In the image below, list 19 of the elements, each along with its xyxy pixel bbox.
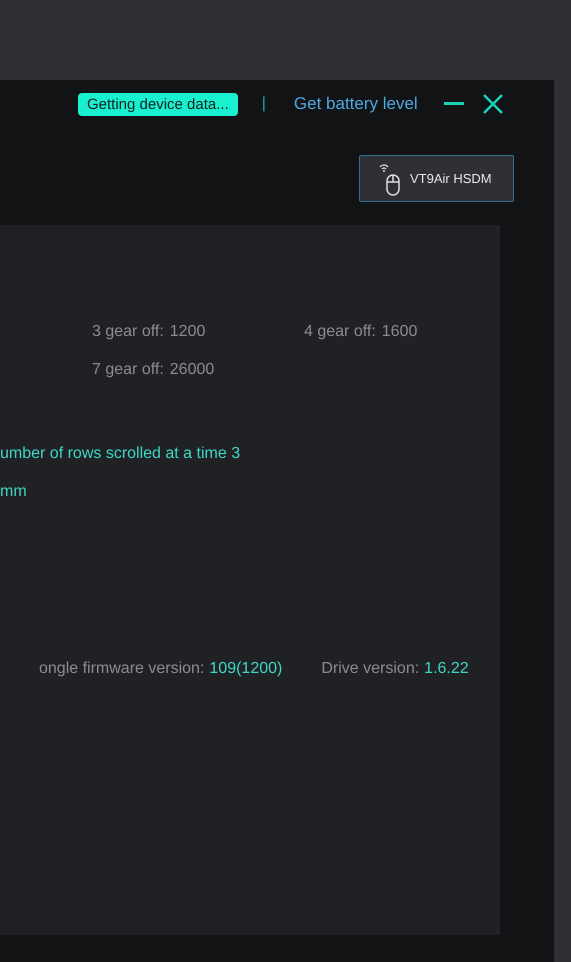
gear-value: 26000: [170, 360, 214, 380]
scroll-setting: umber of rows scrolled at a time 3: [0, 444, 242, 464]
battery-link[interactable]: Get battery level: [294, 91, 418, 117]
distance-setting: mm: [0, 482, 28, 502]
gear-label: 3 gear off:: [92, 322, 164, 342]
version-label: ongle firmware version:: [39, 659, 204, 679]
close-icon[interactable]: [482, 93, 504, 115]
separator: |: [262, 94, 266, 114]
version-value: 109(1200): [209, 659, 282, 679]
gear-value: 1200: [170, 322, 206, 342]
device-button[interactable]: VT9Air HSDM: [359, 155, 514, 202]
gear-label: 4 gear off:: [304, 322, 376, 342]
gear-label: 7 gear off:: [92, 360, 164, 380]
gear-value: 1600: [382, 322, 418, 342]
status-badge: Getting device data...: [78, 92, 238, 116]
version-value: 1.6.22: [424, 659, 469, 679]
wireless-mouse-icon: [378, 162, 400, 196]
minimize-icon[interactable]: [444, 102, 464, 106]
version-label: Drive version:: [321, 659, 420, 679]
